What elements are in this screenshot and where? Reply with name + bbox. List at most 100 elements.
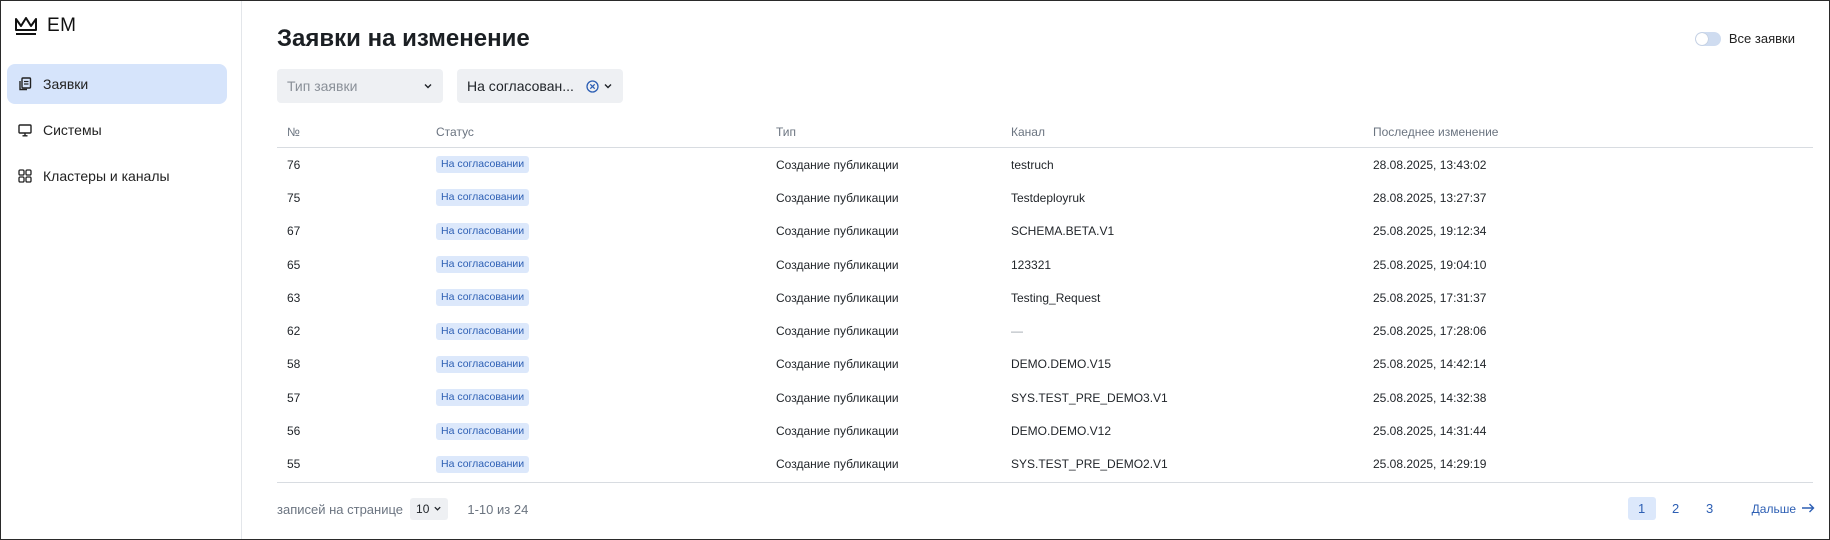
- request-type-select[interactable]: Тип заявки: [277, 69, 443, 103]
- table-row[interactable]: 63 На согласовании Создание публикации Test…: [277, 281, 1813, 314]
- header-channel[interactable]: Канал: [1002, 125, 1364, 139]
- cell-num: 75: [287, 190, 301, 205]
- status-badge: На согласовании: [436, 256, 530, 274]
- status-badge: На согласовании: [436, 389, 530, 407]
- cell-channel: SYS.TEST_PRE_DEMO3.V1: [1011, 390, 1168, 405]
- all-requests-toggle[interactable]: Все заявки: [1694, 31, 1795, 46]
- table-row[interactable]: 62 На согласовании Создание публикации — 25.…: [277, 314, 1813, 347]
- cell-type: Создание публикации: [776, 257, 899, 272]
- table-row[interactable]: 58 На согласовании Создание публикации DEMO…: [277, 348, 1813, 381]
- status-badge: На согласовании: [436, 355, 530, 373]
- pagination: 1 2 3 Дальше: [1627, 497, 1815, 520]
- cell-status: На согласовании: [426, 455, 767, 473]
- cell-num: 62: [287, 324, 301, 339]
- cell-last-changed: 25.08.2025, 14:42:14: [1373, 357, 1487, 372]
- cell-num: 56: [287, 424, 301, 439]
- cell-status: На согласовании: [426, 389, 767, 407]
- chevron-down-icon: [423, 81, 433, 91]
- status-badge: На согласовании: [436, 322, 530, 340]
- cell-last-changed: 25.08.2025, 19:12:34: [1373, 224, 1487, 239]
- cell-last-changed: 25.08.2025, 14:32:38: [1373, 390, 1487, 405]
- cell-num: 58: [287, 357, 301, 372]
- toggle-switch[interactable]: [1694, 31, 1721, 46]
- status-badge: На согласовании: [436, 422, 530, 440]
- sidebar-item-label: Системы: [43, 122, 102, 138]
- clear-icon[interactable]: [586, 79, 603, 93]
- crown-icon: [15, 16, 37, 36]
- status-badge: На согласовании: [436, 189, 530, 207]
- copy-document-icon: [18, 77, 32, 91]
- request-type-placeholder: Тип заявки: [287, 78, 358, 94]
- status-badge: На согласовании: [436, 289, 530, 307]
- table-header: № Статус Тип Канал Последнее изменение: [277, 117, 1813, 148]
- header-num[interactable]: №: [277, 125, 426, 139]
- cell-num: 65: [287, 257, 301, 272]
- cell-last-changed: 25.08.2025, 19:04:10: [1373, 257, 1487, 272]
- grid-icon: [18, 169, 32, 183]
- cell-channel: Testing_Request: [1011, 290, 1101, 305]
- status-select[interactable]: На согласован...: [457, 69, 623, 103]
- range-text: 1-10 из 24: [467, 501, 529, 517]
- sidebar-item-systems[interactable]: Системы: [7, 110, 227, 150]
- chevron-down-icon: [603, 81, 613, 91]
- monitor-icon: [18, 123, 32, 137]
- header-type[interactable]: Тип: [767, 125, 1002, 139]
- cell-type: Создание публикации: [776, 324, 899, 339]
- cell-status: На согласовании: [426, 189, 767, 207]
- table-divider: [277, 482, 1813, 483]
- sidebar-item-label: Заявки: [43, 76, 89, 92]
- next-page-label: Дальше: [1751, 501, 1796, 516]
- sidebar-item-clusters[interactable]: Кластеры и каналы: [7, 156, 227, 196]
- status-badge: На согласовании: [436, 222, 530, 240]
- cell-channel: Testdeployruk: [1011, 190, 1086, 205]
- table-row[interactable]: 75 На согласовании Создание публикации Test…: [277, 181, 1813, 214]
- cell-last-changed: 28.08.2025, 13:27:37: [1373, 190, 1487, 205]
- table-row[interactable]: 56 На согласовании Создание публикации DEMO…: [277, 414, 1813, 447]
- app-window: EM Заявки Системы Кластеры и каналы Заяв…: [0, 0, 1830, 540]
- table-row[interactable]: 65 На согласовании Создание публикации 1233…: [277, 248, 1813, 281]
- cell-status: На согласовании: [426, 422, 767, 440]
- cell-type: Создание публикации: [776, 357, 899, 372]
- cell-status: На согласовании: [426, 156, 767, 174]
- logo-text: EM: [47, 15, 77, 36]
- cell-num: 55: [287, 457, 301, 472]
- cell-last-changed: 28.08.2025, 13:43:02: [1373, 157, 1487, 172]
- arrow-right-icon: [1801, 502, 1815, 516]
- cell-type: Создание публикации: [776, 290, 899, 305]
- cell-status: На согласовании: [426, 289, 767, 307]
- cell-type: Создание публикации: [776, 157, 899, 172]
- cell-channel: SYS.TEST_PRE_DEMO2.V1: [1011, 457, 1168, 472]
- page-button-3[interactable]: 3: [1696, 497, 1724, 520]
- main-content: Заявки на изменение Все заявки Тип заявк…: [243, 1, 1829, 539]
- status-badge: На согласовании: [436, 455, 530, 473]
- table-row[interactable]: 67 На согласовании Создание публикации SCHE…: [277, 215, 1813, 248]
- cell-channel: testruch: [1011, 157, 1054, 172]
- cell-type: Создание публикации: [776, 457, 899, 472]
- table-row[interactable]: 76 На согласовании Создание публикации test…: [277, 148, 1813, 181]
- cell-type: Создание публикации: [776, 424, 899, 439]
- per-page-value: 10: [416, 502, 430, 516]
- page-button-2[interactable]: 2: [1662, 497, 1690, 520]
- cell-num: 76: [287, 157, 301, 172]
- cell-channel: 123321: [1011, 257, 1052, 272]
- toggle-knob: [1695, 32, 1708, 45]
- next-page-button[interactable]: Дальше: [1752, 502, 1815, 516]
- page-button-1[interactable]: 1: [1627, 497, 1656, 520]
- table-row[interactable]: 55 На согласовании Создание публикации SYS.…: [277, 448, 1813, 481]
- header-last-changed[interactable]: Последнее изменение: [1364, 125, 1813, 139]
- sidebar-nav: Заявки Системы Кластеры и каналы: [7, 64, 227, 202]
- cell-num: 67: [287, 224, 301, 239]
- cell-last-changed: 25.08.2025, 14:29:19: [1373, 457, 1487, 472]
- header-status[interactable]: Статус: [426, 125, 767, 139]
- logo[interactable]: EM: [15, 15, 77, 37]
- page-title: Заявки на изменение: [277, 25, 530, 52]
- cell-last-changed: 25.08.2025, 17:31:37: [1373, 290, 1487, 305]
- cell-num: 63: [287, 290, 301, 305]
- sidebar: EM Заявки Системы Кластеры и каналы: [1, 1, 242, 539]
- sidebar-item-requests[interactable]: Заявки: [7, 64, 227, 104]
- per-page-label: записей на странице: [277, 501, 404, 517]
- table-row[interactable]: 57 На согласовании Создание публикации SYS.…: [277, 381, 1813, 414]
- per-page-select[interactable]: 10: [410, 498, 449, 520]
- filters-bar: Тип заявки На согласован...: [277, 69, 623, 103]
- cell-channel: DEMO.DEMO.V12: [1011, 424, 1112, 439]
